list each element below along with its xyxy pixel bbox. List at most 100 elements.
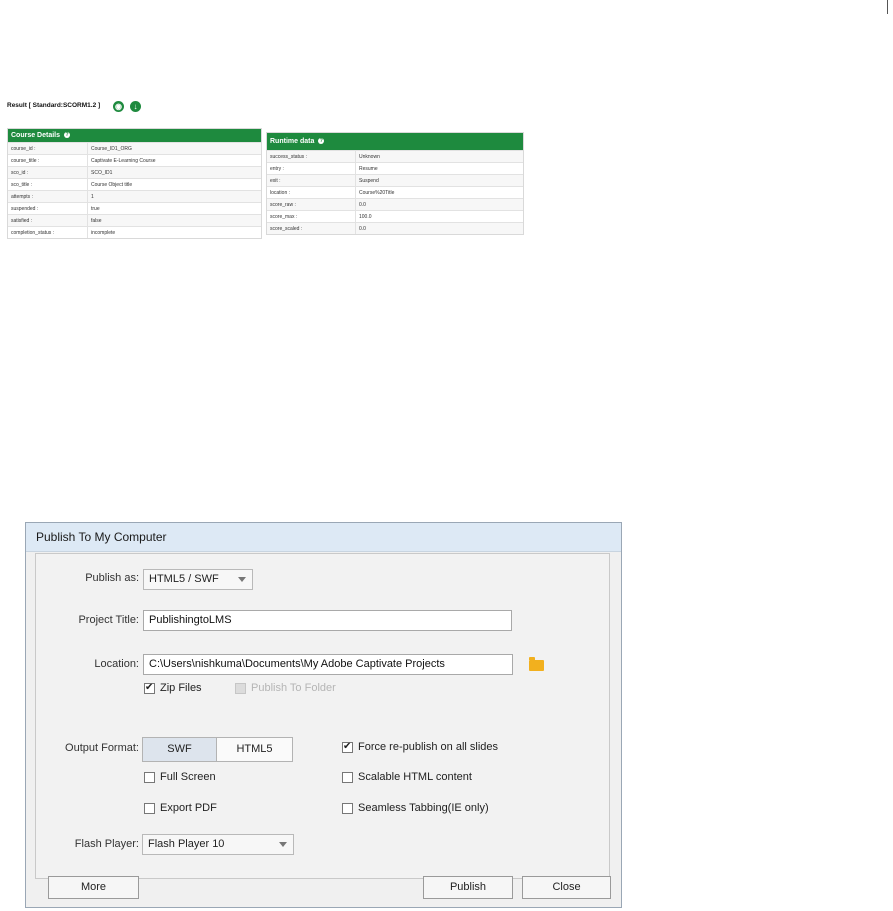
publish-as-select[interactable]: HTML5 / SWF [143, 569, 253, 590]
dialog-title: Publish To My Computer [36, 530, 167, 544]
chevron-down-icon [279, 842, 287, 847]
row-key: attempts : [8, 190, 88, 203]
row-value: Suspend [355, 174, 523, 187]
row-value: 100.0 [355, 210, 523, 223]
table-row: sco_title : Course Object title [8, 178, 261, 191]
export-pdf-checkbox[interactable]: Export PDF [144, 802, 217, 814]
full-screen-label: Full Screen [160, 771, 216, 783]
row-key: success_status : [267, 150, 356, 163]
table-row: course_title : Captivate E-Learning Cours… [8, 154, 261, 167]
publish-button[interactable]: Publish [423, 876, 513, 899]
force-republish-checkbox[interactable]: Force re-publish on all slides [342, 741, 498, 753]
table-row: exit : Suspend [267, 174, 523, 187]
row-key: suspended : [8, 202, 88, 215]
table-row: entry : Resume [267, 162, 523, 175]
zip-files-label: Zip Files [160, 682, 202, 694]
help-icon[interactable]: ? [318, 138, 325, 145]
table-row: satisfied : false [8, 214, 261, 227]
table-row: success_status : Unknown [267, 150, 523, 163]
row-value: incomplete [87, 226, 261, 238]
more-button[interactable]: More [48, 876, 139, 899]
dialog-titlebar[interactable]: Publish To My Computer [26, 523, 621, 552]
output-format-html5[interactable]: HTML5 [216, 737, 293, 762]
row-key: location : [267, 186, 356, 199]
row-key: score_raw : [267, 198, 356, 211]
view-icon[interactable]: ◉ [113, 101, 124, 112]
row-value: SCO_ID1 [87, 166, 261, 179]
publish-to-folder-label: Publish To Folder [251, 682, 336, 694]
row-value: true [87, 202, 261, 215]
checkbox-icon [144, 802, 155, 814]
chevron-down-icon [238, 577, 246, 582]
export-pdf-label: Export PDF [160, 802, 217, 814]
table-row: score_scaled :0.0 [267, 222, 523, 234]
publish-as-value: HTML5 / SWF [149, 573, 219, 585]
checkbox-icon [144, 771, 155, 783]
row-value: Course_ID1_ORG [87, 142, 261, 155]
dialog-content: Publish as: HTML5 / SWF Project Title: P… [35, 553, 610, 879]
row-key: sco_id : [8, 166, 88, 179]
row-value: 0.0 [355, 198, 523, 211]
scalable-html-checkbox[interactable]: Scalable HTML content [342, 771, 472, 783]
row-key: entry : [267, 162, 356, 175]
full-screen-checkbox[interactable]: Full Screen [144, 771, 216, 783]
edge-divider [887, 0, 888, 14]
runtime-data-title: Runtime data [270, 138, 315, 145]
row-key: sco_title : [8, 178, 88, 191]
table-row: sco_id : SCO_ID1 [8, 166, 261, 179]
flash-player-select[interactable]: Flash Player 10 [142, 834, 294, 855]
checkbox-icon [235, 682, 246, 694]
course-details-title: Course Details [11, 132, 61, 139]
help-icon[interactable]: ? [63, 132, 70, 139]
seamless-tabbing-checkbox[interactable]: Seamless Tabbing(IE only) [342, 802, 489, 814]
flash-player-label: Flash Player: [74, 838, 139, 850]
row-key: exit : [267, 174, 356, 187]
project-title-input[interactable]: PublishingtoLMS [143, 610, 512, 631]
force-republish-label: Force re-publish on all slides [358, 741, 499, 753]
row-key: score_max : [267, 210, 356, 223]
row-value: Resume [355, 162, 523, 175]
row-key: course_title : [8, 154, 88, 167]
project-title-label: Project Title: [78, 614, 139, 626]
row-value: 0.0 [355, 222, 523, 234]
table-row: course_id : Course_ID1_ORG [8, 142, 261, 155]
flash-player-value: Flash Player 10 [148, 838, 225, 850]
runtime-data-panel: Runtime data ? success_status : Unknown e… [266, 132, 524, 235]
row-value: Course Object title [87, 178, 261, 191]
checkbox-checked-icon [342, 741, 353, 753]
checkbox-icon [342, 802, 353, 814]
runtime-data-header: Runtime data ? [267, 133, 523, 150]
publish-as-label: Publish as: [85, 572, 139, 584]
output-format-label: Output Format: [65, 742, 139, 754]
folder-icon[interactable] [529, 657, 544, 671]
row-value: Captivate E-Learning Course [87, 154, 261, 167]
course-details-header: Course Details ? [8, 129, 261, 142]
row-value: Course%20Title [355, 186, 523, 199]
table-row: score_raw :0.0 [267, 198, 523, 211]
table-row: score_max :100.0 [267, 210, 523, 223]
course-details-panel: Course Details ? course_id : Course_ID1_O… [7, 128, 262, 239]
location-label: Location: [94, 658, 139, 670]
publish-dialog: Publish To My Computer Publish as: HTML5… [25, 522, 622, 908]
row-key: score_scaled : [267, 222, 356, 234]
checkbox-icon [342, 771, 353, 783]
table-row: attempts :1 [8, 190, 261, 203]
table-row: completion_status : incomplete [8, 226, 261, 238]
row-value: false [87, 214, 261, 227]
table-row: location : Course%20Title [267, 186, 523, 199]
seamless-tabbing-label: Seamless Tabbing(IE only) [358, 802, 489, 814]
zip-files-checkbox[interactable]: Zip Files [144, 682, 202, 694]
scalable-html-label: Scalable HTML content [358, 771, 472, 783]
row-value: 1 [87, 190, 261, 203]
row-key: completion_status : [8, 226, 88, 238]
output-format-swf[interactable]: SWF [142, 737, 217, 762]
close-button[interactable]: Close [522, 876, 611, 899]
download-icon[interactable]: ↓ [130, 101, 141, 112]
location-input[interactable]: C:\Users\nishkuma\Documents\My Adobe Cap… [143, 654, 513, 675]
course-details-table: course_id : Course_ID1_ORG course_title :… [8, 142, 261, 238]
result-title: Result [ Standard:SCORM1.2 ] [7, 102, 101, 109]
publish-to-folder-checkbox[interactable]: Publish To Folder [235, 682, 336, 694]
row-key: satisfied : [8, 214, 88, 227]
checkbox-checked-icon [144, 682, 155, 694]
row-key: course_id : [8, 142, 88, 155]
